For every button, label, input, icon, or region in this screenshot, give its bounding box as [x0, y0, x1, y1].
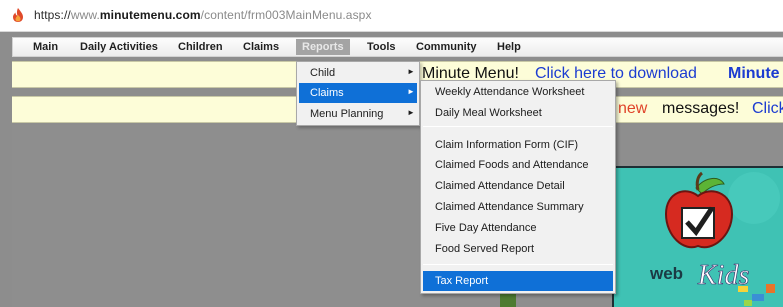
claims-item-food-served-report[interactable]: Food Served Report [423, 239, 613, 259]
claims-item-label: Weekly Attendance Worksheet [435, 86, 585, 98]
logo-web-text: web [649, 264, 683, 283]
claims-item-claimed-attendance-summary[interactable]: Claimed Attendance Summary [423, 197, 613, 217]
url-host: minutemenu.com [99, 8, 201, 22]
download-link-bold[interactable]: Minute M [728, 65, 783, 83]
claims-item-claimed-foods-and-attendance[interactable]: Claimed Foods and Attendance [423, 155, 613, 175]
claims-submenu: Weekly Attendance Worksheet Daily Meal W… [420, 80, 616, 294]
claims-item-label: Claim Information Form (CIF) [435, 139, 579, 151]
messages-link[interactable]: Click [752, 100, 783, 118]
claims-item-weekly-attendance-worksheet[interactable]: Weekly Attendance Worksheet [423, 82, 613, 102]
reports-item-claims-label: Claims [310, 87, 344, 99]
claims-item-label: Claimed Foods and Attendance [435, 159, 589, 171]
claims-item-label: Food Served Report [435, 243, 535, 255]
claims-item-label: Claimed Attendance Detail [435, 180, 565, 192]
url-text[interactable]: https://www.minutemenu.com/content/frm00… [34, 8, 372, 22]
submenu-arrow-icon: ► [407, 87, 415, 96]
claims-item-label: Five Day Attendance [435, 222, 537, 234]
menu-community[interactable]: Community [416, 41, 477, 53]
menu-main[interactable]: Main [33, 41, 58, 53]
submenu-arrow-icon: ► [407, 67, 415, 76]
reports-item-menu-planning[interactable]: Menu Planning ► [299, 104, 417, 124]
site-favicon-icon [13, 8, 23, 22]
reports-item-child[interactable]: Child ► [299, 63, 417, 83]
address-bar[interactable]: https://www.minutemenu.com/content/frm00… [0, 0, 783, 32]
menu-daily-activities[interactable]: Daily Activities [80, 41, 158, 53]
webkids-logo: web Kids [649, 171, 780, 306]
menu-reports[interactable]: Reports [296, 39, 350, 55]
main-menu-bar: Main Daily Activities Children Claims Re… [12, 37, 783, 57]
menu-separator [423, 264, 613, 265]
submenu-arrow-icon: ► [407, 108, 415, 117]
url-scheme: https:// [34, 8, 71, 22]
reports-item-claims[interactable]: Claims ► [299, 83, 417, 103]
claims-item-label: Daily Meal Worksheet [435, 107, 542, 119]
claims-item-claim-information-form[interactable]: Claim Information Form (CIF) [423, 135, 613, 155]
menu-children[interactable]: Children [178, 41, 223, 53]
claims-item-label: Tax Report [435, 275, 489, 287]
claims-item-claimed-attendance-detail[interactable]: Claimed Attendance Detail [423, 176, 613, 196]
menu-tools[interactable]: Tools [367, 41, 396, 53]
reports-item-child-label: Child [310, 67, 336, 79]
menu-help[interactable]: Help [497, 41, 521, 53]
reports-item-menu-planning-label: Menu Planning [310, 108, 384, 120]
menu-claims[interactable]: Claims [243, 41, 279, 53]
content-fragment [500, 293, 516, 307]
url-path: /content/frm003MainMenu.aspx [200, 8, 372, 22]
menu-separator [423, 126, 613, 127]
claims-item-five-day-attendance[interactable]: Five Day Attendance [423, 218, 613, 238]
claims-item-daily-meal-worksheet[interactable]: Daily Meal Worksheet [423, 103, 613, 123]
claims-item-label: Claimed Attendance Summary [435, 201, 584, 213]
new-messages-badge: new [618, 100, 648, 117]
url-prefix: www. [70, 8, 100, 22]
messages-text: messages! [662, 100, 740, 117]
claims-item-tax-report[interactable]: Tax Report [423, 271, 613, 291]
reports-dropdown: Child ► Claims ► Menu Planning ► [296, 61, 420, 126]
webkids-logo-panel: web Kids [612, 166, 783, 307]
